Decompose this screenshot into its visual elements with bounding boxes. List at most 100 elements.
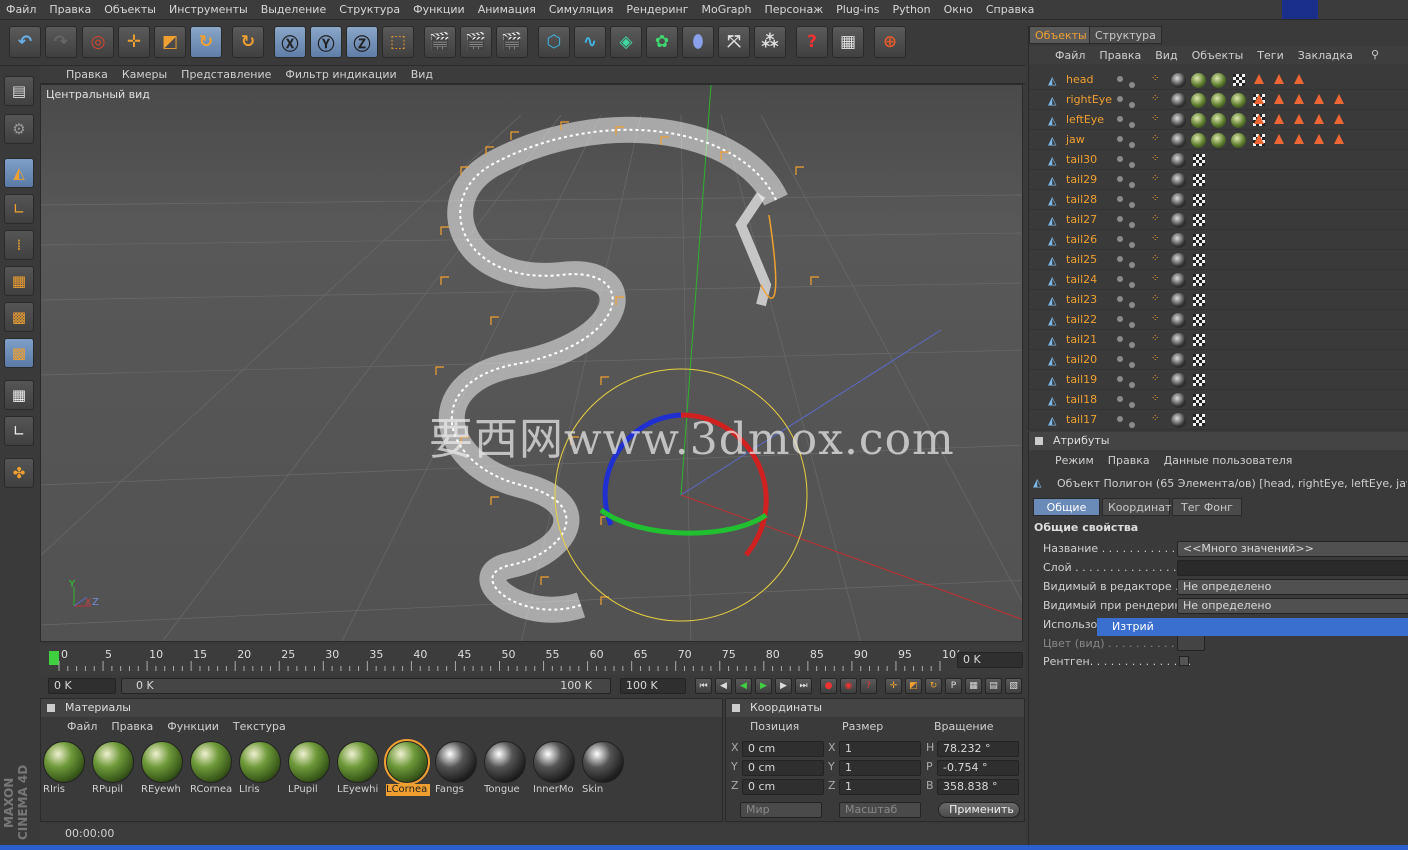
material-innermo[interactable]: InnerMo <box>533 741 577 797</box>
menu-5[interactable]: Структура <box>339 3 400 16</box>
menu-11[interactable]: Персонаж <box>764 3 823 16</box>
menu-2[interactable]: Объекты <box>104 3 156 16</box>
texture-tag-icon[interactable] <box>1171 173 1186 188</box>
menu-3[interactable]: Инструменты <box>169 3 248 16</box>
layer-icon[interactable]: ⁘ <box>1151 313 1159 324</box>
editor-mode-icon[interactable]: ▤ <box>4 76 34 106</box>
selection-tag-icon[interactable] <box>1294 74 1304 84</box>
attributes-menu-2[interactable]: Данные пользователя <box>1164 454 1293 467</box>
viewport-3d[interactable]: Центральный вид Y Z X 要西网www.3dmox.com <box>40 84 1023 642</box>
playhead[interactable] <box>49 651 59 665</box>
object-row-tail24[interactable]: ◭ tail24 ⁘ <box>1029 270 1408 290</box>
prev-frame-icon[interactable]: ◀ <box>735 678 752 694</box>
render-visibility-dot[interactable] <box>1129 202 1135 208</box>
texture-mode-icon[interactable]: ⚙ <box>4 114 34 144</box>
texture-tag-icon[interactable] <box>1171 253 1186 268</box>
rotation-field[interactable]: 358.838 ° <box>937 779 1019 795</box>
particles-icon[interactable]: ⁂ <box>754 26 786 58</box>
size-field[interactable]: 1 <box>839 760 921 776</box>
layer-icon[interactable]: ⁘ <box>1151 73 1159 84</box>
editor-visibility-dot[interactable] <box>1117 216 1123 222</box>
timeline-layout-icon[interactable]: ▧ <box>1005 678 1022 694</box>
objects-menu-4[interactable]: Теги <box>1257 49 1283 62</box>
object-name[interactable]: jaw <box>1066 133 1085 146</box>
render-visibility-dot[interactable] <box>1129 102 1135 108</box>
menu-7[interactable]: Анимация <box>478 3 536 16</box>
material-reyewh[interactable]: REyewh <box>141 741 185 797</box>
layer-icon[interactable]: ⁘ <box>1151 353 1159 364</box>
uvw-tag-icon[interactable] <box>1193 334 1205 346</box>
material-tongue[interactable]: Tongue <box>484 741 528 797</box>
size-field[interactable]: 1 <box>839 741 921 757</box>
scene-icon[interactable]: ⤧ <box>718 26 750 58</box>
prev-key-icon[interactable]: ◀ <box>715 678 732 694</box>
texture-tag-icon[interactable] <box>1171 313 1186 328</box>
uvw-tag-icon[interactable] <box>1193 214 1205 226</box>
objects-menu-2[interactable]: Вид <box>1155 49 1177 62</box>
menu-6[interactable]: Функции <box>413 3 465 16</box>
material-lcornea[interactable]: LCornea <box>384 739 430 797</box>
layer-icon[interactable]: ⁘ <box>1151 393 1159 404</box>
key-pla-icon[interactable]: ▦ <box>965 678 982 694</box>
viewport-menu-4[interactable]: Вид <box>411 68 433 81</box>
object-row-tail27[interactable]: ◭ tail27 ⁘ <box>1029 210 1408 230</box>
texture-tag-icon[interactable] <box>1171 213 1186 228</box>
object-name[interactable]: tail24 <box>1066 273 1097 286</box>
object-name[interactable]: tail26 <box>1066 233 1097 246</box>
texture-tag-icon[interactable] <box>1171 413 1186 428</box>
materials-menu-3[interactable]: Текстура <box>233 720 286 733</box>
selection-tag-icon[interactable] <box>1254 134 1264 144</box>
uvw-tag-icon[interactable] <box>1193 274 1205 286</box>
menu-10[interactable]: MoGraph <box>702 3 752 16</box>
uvw-tag-icon[interactable] <box>1193 394 1205 406</box>
render-visibility-dot[interactable] <box>1129 362 1135 368</box>
selection-tag-icon[interactable] <box>1274 74 1284 84</box>
go-end-icon[interactable]: ⏭ <box>795 678 812 694</box>
object-row-tail29[interactable]: ◭ tail29 ⁘ <box>1029 170 1408 190</box>
tab-general[interactable]: Общие <box>1033 498 1100 516</box>
selection-tag-icon[interactable] <box>1314 134 1324 144</box>
start-frame-field[interactable]: 0 K <box>48 678 116 694</box>
uvw-tag-icon[interactable] <box>1193 354 1205 366</box>
texture-tag-icon[interactable] <box>1171 193 1186 208</box>
autokey-icon[interactable]: ◉ <box>840 678 857 694</box>
table-icon[interactable]: ▦ <box>832 26 864 58</box>
live-select-icon[interactable]: ◎ <box>82 26 114 58</box>
object-name[interactable]: tail22 <box>1066 313 1097 326</box>
object-name[interactable]: rightEye <box>1066 93 1112 106</box>
coord-mode-dropdown[interactable]: Мир <box>740 802 822 818</box>
object-name[interactable]: tail23 <box>1066 293 1097 306</box>
menu-9[interactable]: Рендеринг <box>626 3 688 16</box>
selection-tag-icon[interactable] <box>1254 94 1264 104</box>
current-frame-field[interactable]: 0 K <box>957 652 1023 668</box>
render-visibility-dot[interactable] <box>1129 322 1135 328</box>
editor-visibility-dot[interactable] <box>1117 256 1123 262</box>
object-name[interactable]: tail30 <box>1066 153 1097 166</box>
render-visibility-dot[interactable] <box>1129 342 1135 348</box>
uvw-tag-icon[interactable] <box>1193 314 1205 326</box>
object-name[interactable]: tail29 <box>1066 173 1097 186</box>
layout-icon[interactable]: ⊕ <box>874 26 906 58</box>
render-region-icon[interactable]: 🎬 <box>460 26 492 58</box>
edges-mode-icon[interactable]: ▦ <box>4 266 34 296</box>
viewport-menu-2[interactable]: Представление <box>181 68 271 81</box>
objects-menu-5[interactable]: Закладка <box>1298 49 1353 62</box>
object-row-rightEye[interactable]: ◭ rightEye ⁘ <box>1029 90 1408 110</box>
recent-tool-icon[interactable]: ↻ <box>232 26 264 58</box>
next-key-icon[interactable]: ▶ <box>775 678 792 694</box>
size-field[interactable]: 1 <box>839 779 921 795</box>
texture-tag-icon[interactable] <box>1171 113 1186 128</box>
materials-menu-1[interactable]: Правка <box>111 720 153 733</box>
position-field[interactable]: 0 cm <box>742 741 824 757</box>
coordinate-system-icon[interactable]: ⬚ <box>382 26 414 58</box>
object-name[interactable]: tail19 <box>1066 373 1097 386</box>
editor-visibility-dot[interactable] <box>1117 296 1123 302</box>
layer-icon[interactable]: ⁘ <box>1151 233 1159 244</box>
editor-visibility-dot[interactable] <box>1117 76 1123 82</box>
menu-1[interactable]: Правка <box>49 3 91 16</box>
help-icon[interactable]: ? <box>796 26 828 58</box>
object-row-tail20[interactable]: ◭ tail20 ⁘ <box>1029 350 1408 370</box>
render-visibility-dot[interactable] <box>1129 122 1135 128</box>
object-row-tail17[interactable]: ◭ tail17 ⁘ <box>1029 410 1408 430</box>
material-skin[interactable]: Skin <box>582 741 626 797</box>
